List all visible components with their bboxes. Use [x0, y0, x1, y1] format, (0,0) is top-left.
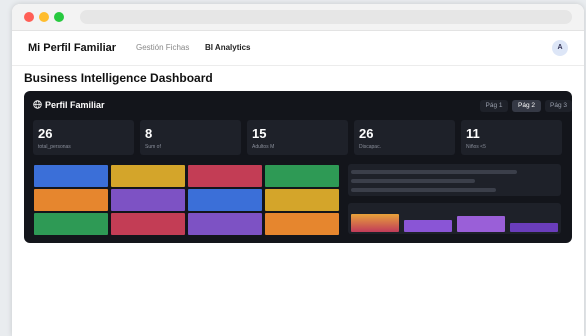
treemap-cell[interactable]: [111, 165, 185, 187]
top-navbar: Mi Perfil Familiar Gestión Fichas BI Ana…: [12, 31, 584, 66]
treemap-cell[interactable]: [111, 189, 185, 211]
kpi-card-ninos[interactable]: 11 Niños <5: [461, 120, 562, 155]
address-bar[interactable]: [80, 10, 572, 24]
close-window-button[interactable]: [24, 12, 34, 22]
treemap-cell[interactable]: [188, 189, 262, 211]
skeleton-line: [351, 188, 496, 192]
kpi-card-sum[interactable]: 8 Sum of: [140, 120, 241, 155]
maximize-window-button[interactable]: [54, 12, 64, 22]
browser-window: Mi Perfil Familiar Gestión Fichas BI Ana…: [12, 4, 584, 336]
treemap-cell[interactable]: [188, 165, 262, 187]
kpi-label: Niños <5: [466, 144, 486, 150]
treemap-cell[interactable]: [265, 165, 339, 187]
browser-chrome: [12, 4, 584, 31]
skeleton-line: [351, 179, 475, 183]
treemap-cell[interactable]: [34, 213, 108, 235]
kpi-label: Discapac.: [359, 144, 381, 150]
treemap-visual[interactable]: [34, 165, 340, 237]
report-title-text: Perfil Familiar: [45, 100, 105, 110]
bar-chart-visual[interactable]: [348, 203, 561, 234]
minimize-window-button[interactable]: [39, 12, 49, 22]
page-title: Business Intelligence Dashboard: [24, 71, 213, 85]
report-title: Perfil Familiar: [33, 100, 105, 110]
kpi-label: Sum of: [145, 144, 161, 150]
bar-mark[interactable]: [510, 223, 558, 232]
bar-mark[interactable]: [457, 216, 505, 232]
bar-mark[interactable]: [404, 220, 452, 232]
kpi-card-discapac[interactable]: 26 Discapac.: [354, 120, 455, 155]
kpi-value: 11: [466, 126, 480, 141]
nav-link-bi-analytics[interactable]: BI Analytics: [205, 43, 251, 52]
treemap-cell[interactable]: [34, 189, 108, 211]
kpi-label: Adultos M: [252, 144, 275, 150]
kpi-value: 15: [252, 126, 267, 141]
kpi-value: 26: [359, 126, 374, 141]
tab-page-2[interactable]: Pág 2: [512, 100, 541, 112]
treemap-cell[interactable]: [111, 213, 185, 235]
treemap-cell[interactable]: [265, 189, 339, 211]
treemap-cell[interactable]: [188, 213, 262, 235]
app-brand[interactable]: Mi Perfil Familiar: [28, 42, 116, 54]
skeleton-line: [351, 170, 517, 174]
bar-mark[interactable]: [351, 214, 399, 232]
kpi-value: 8: [145, 126, 153, 141]
kpi-value: 26: [38, 126, 53, 141]
tab-page-1[interactable]: Pág 1: [480, 100, 508, 112]
treemap-cell[interactable]: [34, 165, 108, 187]
placeholder-text-card: [348, 164, 561, 196]
bi-report-panel: Perfil Familiar Pág 1 Pág 2 Pág 3 26 tot…: [24, 91, 572, 243]
user-avatar[interactable]: A: [552, 40, 568, 56]
globe-icon: [33, 100, 42, 109]
nav-link-gestion-fichas[interactable]: Gestión Fichas: [136, 43, 189, 52]
kpi-card-total-personas[interactable]: 26 total_personas: [33, 120, 134, 155]
kpi-card-adultos[interactable]: 15 Adultos M: [247, 120, 348, 155]
treemap-cell[interactable]: [265, 213, 339, 235]
tab-page-3[interactable]: Pág 3: [545, 100, 572, 112]
kpi-label: total_personas: [38, 144, 71, 150]
